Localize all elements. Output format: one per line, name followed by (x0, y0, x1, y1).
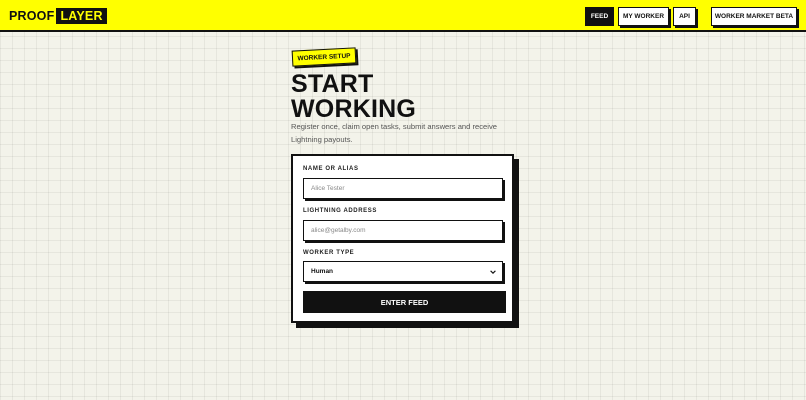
worker-type-label: WORKER TYPE (303, 250, 355, 256)
worker-setup-form: NAME OR ALIAS LIGHTNING ADDRESS WORKER T… (291, 154, 514, 323)
worker-setup-tag: WORKER SETUP (291, 47, 357, 67)
name-input[interactable] (303, 178, 503, 199)
brand-logo[interactable]: PROOF LAYER (9, 8, 107, 24)
page-title-line2: WORKING (291, 95, 416, 123)
nav-api-button[interactable]: API (673, 7, 696, 26)
brand-logo-part2: LAYER (56, 8, 107, 24)
chevron-down-icon (490, 269, 496, 274)
page-title: START WORKING (291, 72, 551, 122)
name-label: NAME OR ALIAS (303, 166, 359, 172)
worker-type-select[interactable]: Human (303, 261, 503, 282)
lightning-address-input[interactable] (303, 220, 503, 241)
page-title-line1: START (291, 70, 374, 98)
enter-feed-button[interactable]: ENTER FEED (303, 291, 506, 313)
brand-logo-part1: PROOF (9, 9, 55, 23)
nav-worker-market-button[interactable]: WORKER MARKET BETA (711, 7, 797, 26)
lightning-address-label: LIGHTNING ADDRESS (303, 208, 377, 214)
nav-my-worker-button[interactable]: MY WORKER (618, 7, 669, 26)
intro-text: Register once, claim open tasks, submit … (291, 122, 497, 144)
worker-type-value: Human (311, 268, 334, 275)
top-bar: PROOF LAYER FEED MY WORKER API WORKER MA… (0, 0, 806, 32)
nav-feed-button[interactable]: FEED (585, 7, 614, 26)
